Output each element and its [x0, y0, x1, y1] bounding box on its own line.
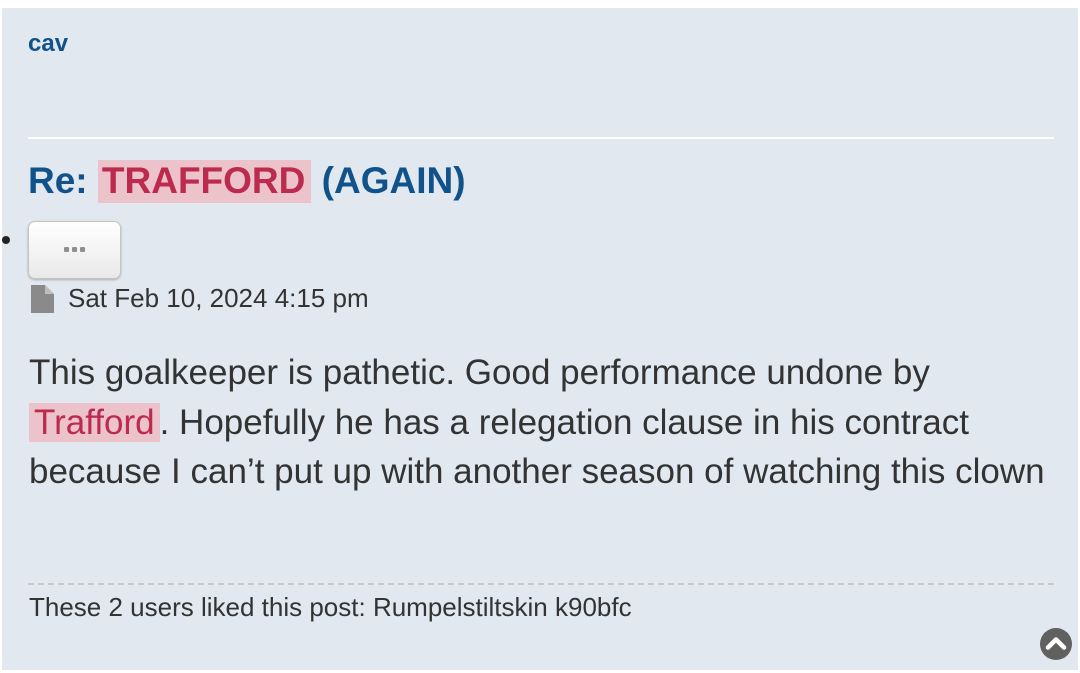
post-container: cav Re: TRAFFORD (AGAIN) Sat Feb 10, 202… — [2, 8, 1078, 670]
title-suffix: (AGAIN) — [311, 160, 466, 201]
content-text-start: This goalkeeper is pathetic. Good perfor… — [29, 353, 930, 392]
post-date: Sat Feb 10, 2024 4:15 pm — [68, 283, 369, 313]
post-author-link[interactable]: cav — [28, 30, 68, 58]
likes-divider — [28, 583, 1054, 585]
post-likes: These 2 users liked this post: Rumpelsti… — [29, 592, 632, 622]
post-content: This goalkeeper is pathetic. Good perfor… — [29, 348, 1049, 497]
post-actions-dropdown-button[interactable] — [28, 221, 121, 279]
chevron-up-circle-icon — [1040, 628, 1072, 660]
title-prefix: Re: — [28, 160, 98, 201]
file-icon — [31, 284, 54, 313]
ellipsis-icon — [64, 246, 85, 252]
author-divider — [28, 137, 1054, 139]
post-date-row: Sat Feb 10, 2024 4:15 pm — [31, 283, 369, 314]
back-to-top-button[interactable] — [1039, 627, 1073, 661]
content-highlight: Trafford — [29, 402, 160, 442]
list-bullet — [2, 236, 10, 244]
post-title[interactable]: Re: TRAFFORD (AGAIN) — [28, 160, 466, 203]
title-highlight: TRAFFORD — [97, 160, 312, 203]
content-text-end: . Hopefully he has a relegation clause i… — [29, 402, 1045, 492]
